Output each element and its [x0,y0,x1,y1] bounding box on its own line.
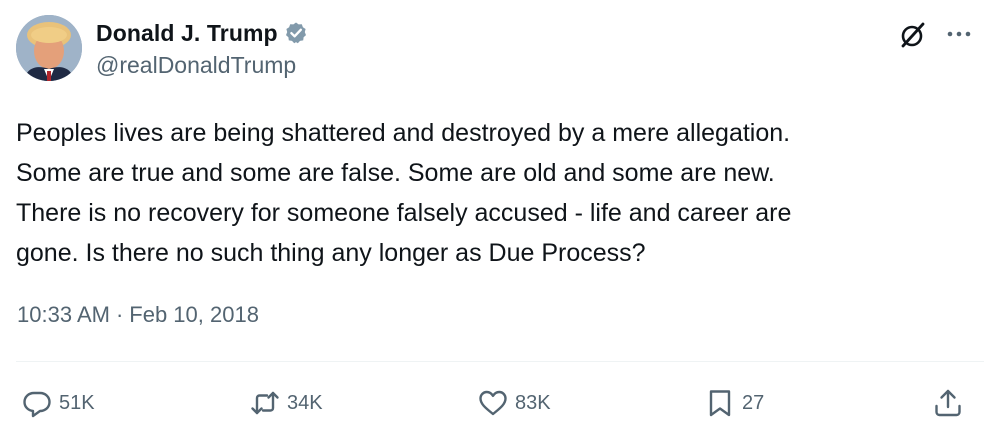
author-name-row: Donald J. Trump [96,18,308,48]
repost-count: 34K [287,391,323,414]
tweet-timestamp: 10:33 AM · Feb 10, 2018 [17,302,259,328]
grok-icon[interactable] [898,20,928,50]
divider [16,361,984,362]
tweet-text: Peoples lives are being shattered and de… [16,119,792,267]
bookmark-icon [704,387,736,419]
reply-icon [21,387,53,419]
bookmark-button[interactable]: 27 [704,386,764,420]
share-button[interactable] [932,386,964,420]
bookmark-count: 27 [742,391,765,414]
avatar[interactable] [16,15,82,81]
avatar-image [16,15,82,81]
repost-icon [249,387,281,419]
author-display-name[interactable]: Donald J. Trump [96,20,278,47]
author-handle[interactable]: @realDonaldTrump [96,52,296,79]
share-icon [932,387,964,419]
reply-count: 51K [59,391,95,414]
like-count: 83K [515,391,551,414]
like-icon [477,387,509,419]
tweet-time-link[interactable]: 10:33 AM [17,302,110,328]
tweet-date-link[interactable]: Feb 10, 2018 [129,302,259,328]
more-icon[interactable] [944,22,974,46]
reply-button[interactable]: 51K [21,386,95,420]
verified-badge-icon [284,21,308,45]
timestamp-separator: · [115,302,124,327]
repost-button[interactable]: 34K [249,386,323,420]
like-button[interactable]: 83K [477,386,551,420]
tweet-card: Donald J. Trump @realDonaldTrump Peoples… [0,0,1000,432]
